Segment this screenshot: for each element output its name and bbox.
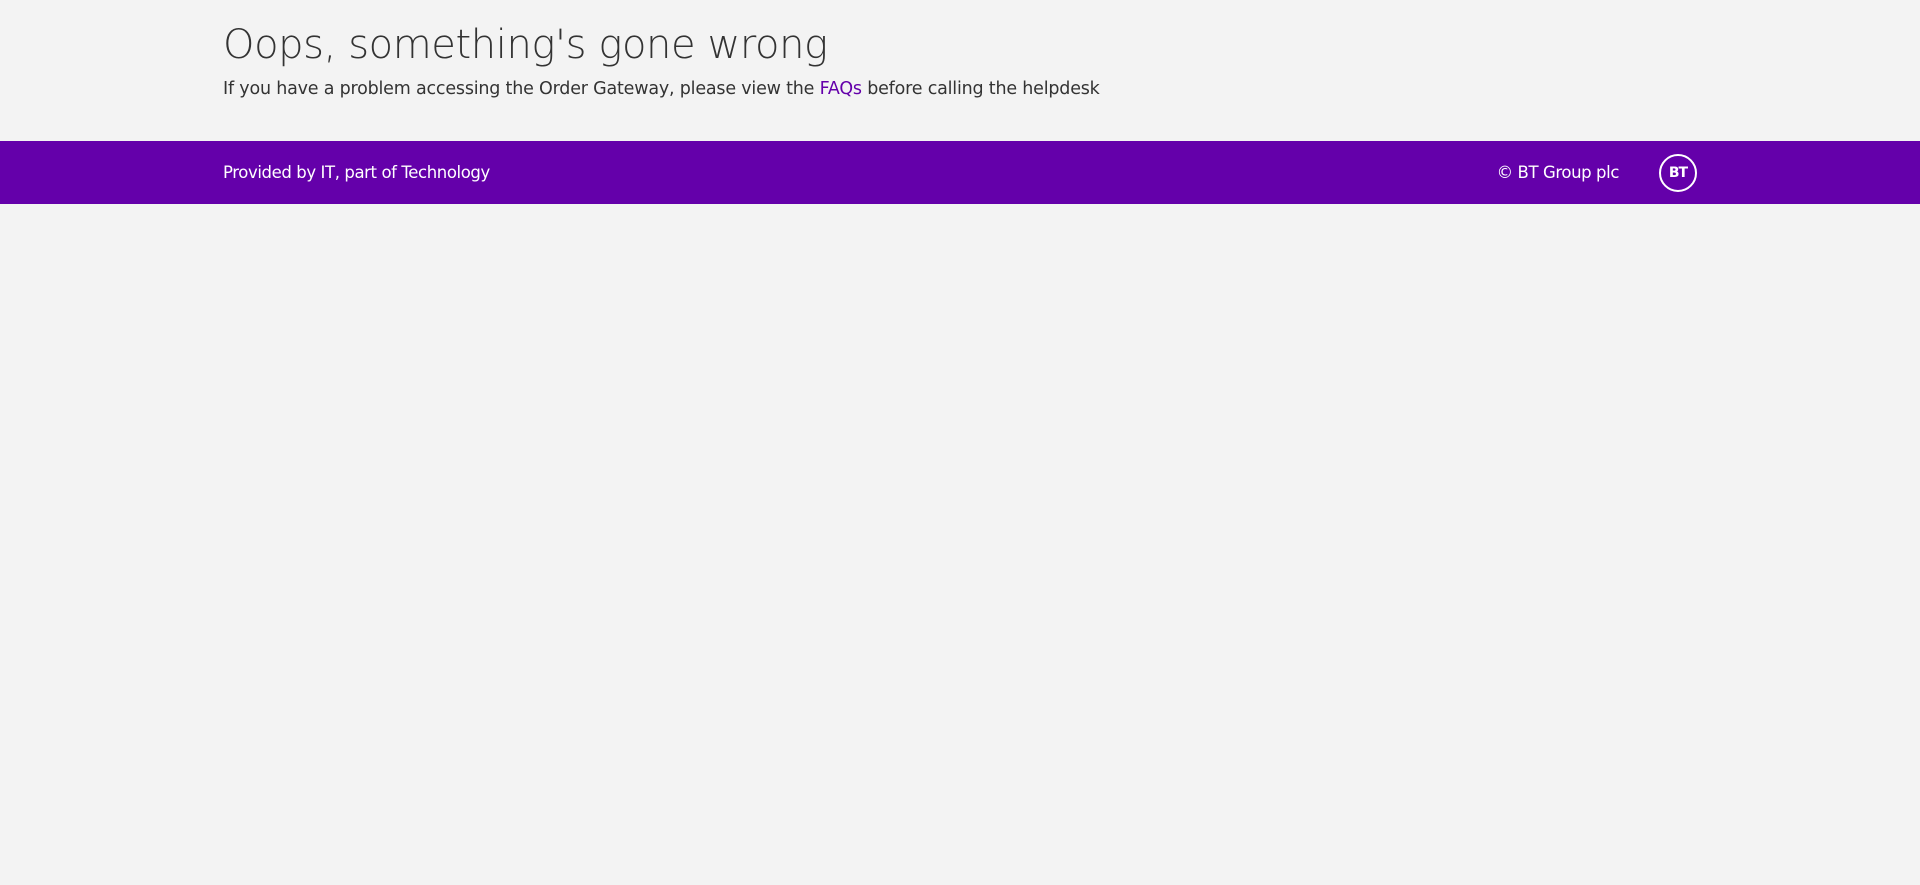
faqs-link[interactable]: FAQs [820, 79, 862, 99]
error-content: Oops, something's gone wrong If you have… [223, 18, 1697, 102]
page-title: Oops, something's gone wrong [223, 22, 828, 68]
footer: Provided by IT, part of Technology © BT … [0, 141, 1920, 204]
bt-logo-icon[interactable]: BT [1659, 153, 1697, 192]
footer-right: © BT Group plc BT [1497, 141, 1697, 204]
error-message-text-after: before calling the helpdesk [861, 79, 1100, 99]
copyright-text: © BT Group plc [1496, 163, 1620, 182]
footer-provided-by: Provided by IT, part of Technology [223, 163, 490, 182]
error-message-text-before: If you have a problem accessing the Orde… [223, 79, 820, 99]
bt-logo-text: BT [1668, 164, 1688, 181]
error-message: If you have a problem accessing the Orde… [223, 76, 1697, 102]
